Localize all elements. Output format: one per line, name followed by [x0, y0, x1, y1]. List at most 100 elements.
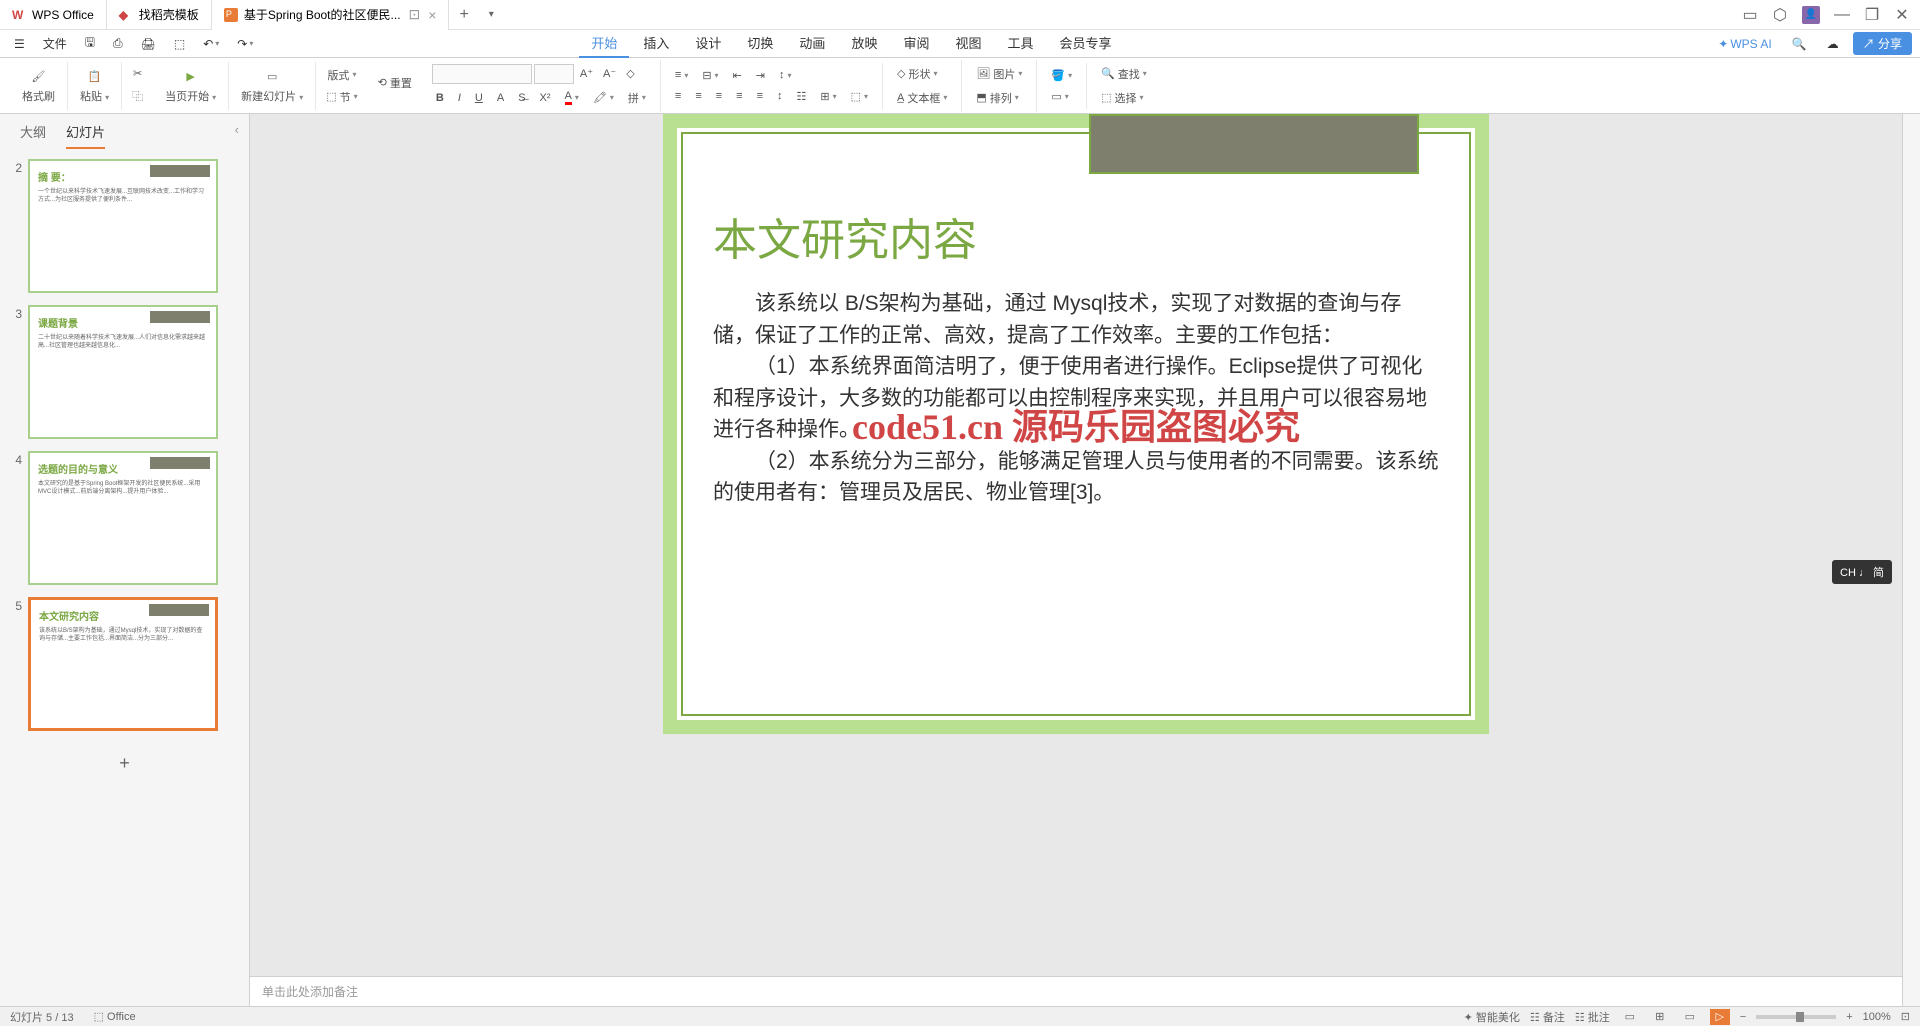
menu-tab-start[interactable]: 开始: [579, 29, 629, 58]
window-icon[interactable]: ▭: [1742, 7, 1758, 23]
slide-thumbnail[interactable]: 选题的目的与意义 本文研究的是基于Spring Boot框架开发的社区便民系统.…: [28, 451, 218, 585]
undo-icon[interactable]: ↶ ▾: [197, 35, 225, 53]
tab-wps-office[interactable]: W WPS Office: [0, 0, 107, 30]
menu-tab-insert[interactable]: 插入: [631, 29, 681, 58]
zoom-out-icon[interactable]: −: [1740, 1011, 1746, 1023]
tab-document[interactable]: P 基于Spring Boot的社区便民... ⊡ ×: [212, 0, 450, 30]
comments-toggle[interactable]: ☷ 批注: [1575, 1009, 1610, 1025]
cut-icon[interactable]: ✂: [129, 65, 146, 82]
layout-button[interactable]: 版式 ▾: [323, 65, 360, 85]
tab-outline[interactable]: 大纲: [20, 122, 46, 149]
view-reading-icon[interactable]: ▭: [1680, 1009, 1700, 1025]
increase-indent-icon[interactable]: ⇥: [752, 67, 769, 84]
new-slide-button[interactable]: ▭ 新建幻灯片 ▾: [237, 66, 307, 106]
arrange-button[interactable]: ⬒ 排列 ▾: [972, 88, 1026, 108]
paste-button[interactable]: 📋 粘贴 ▾: [76, 66, 113, 106]
cube-icon[interactable]: ⬡: [1772, 7, 1788, 23]
notes-area[interactable]: 单击此处添加备注: [250, 976, 1902, 1006]
share-button[interactable]: ↗ 分享: [1853, 32, 1912, 55]
copy-icon[interactable]: ⿻: [128, 86, 147, 106]
file-menu[interactable]: 文件: [37, 33, 73, 54]
save-icon[interactable]: 🖫: [79, 31, 101, 56]
image-button[interactable]: 🖼 图片 ▾: [972, 64, 1026, 84]
cloud-icon[interactable]: ☁: [1821, 35, 1845, 53]
bullet-list-icon[interactable]: ≡ ▾: [671, 67, 692, 84]
ime-indicator[interactable]: CH ♩ 简: [1832, 560, 1892, 584]
zoom-in-icon[interactable]: +: [1846, 1011, 1852, 1023]
align-right-icon[interactable]: ≡: [712, 88, 726, 105]
redo-icon[interactable]: ↷ ▾: [231, 35, 259, 53]
text-direction-icon[interactable]: ↕: [773, 88, 787, 105]
hamburger-icon[interactable]: ☰: [8, 35, 31, 53]
font-select[interactable]: [432, 64, 532, 84]
columns-icon[interactable]: ☷: [793, 88, 811, 105]
decrease-font-icon[interactable]: A⁻: [599, 64, 620, 84]
minimize-icon[interactable]: —: [1834, 7, 1850, 23]
slide-thumbnail[interactable]: 本文研究内容 该系统以B/S架构为基础，通过Mysql技术，实现了对数据的查询与…: [28, 597, 218, 731]
align-vertical-icon[interactable]: ⊞ ▾: [816, 88, 840, 105]
view-normal-icon[interactable]: ▭: [1620, 1009, 1640, 1025]
section-button[interactable]: ⬚ 节 ▾: [322, 87, 361, 107]
tab-add-button[interactable]: +: [449, 6, 478, 24]
collapse-icon[interactable]: ‹: [235, 122, 239, 137]
align-center-icon[interactable]: ≡: [691, 88, 705, 105]
maximize-icon[interactable]: ❐: [1864, 7, 1880, 23]
font-color-icon[interactable]: A ▾: [561, 88, 583, 108]
italic-icon[interactable]: I: [454, 88, 465, 108]
thumbnails-list[interactable]: 2 摘 要： 一个世纪以来科学技术飞速发展...互联网技术改变...工作和学习方…: [0, 149, 249, 1006]
fill-button[interactable]: 🪣 ▾: [1047, 67, 1076, 84]
select-button[interactable]: ⬚ 选择 ▾: [1097, 88, 1151, 108]
increase-font-icon[interactable]: A⁺: [576, 64, 597, 84]
strikethrough-icon[interactable]: S̶: [514, 88, 529, 108]
canvas-scroll[interactable]: 本文研究内容 该系统以 B/S架构为基础，通过 Mysql技术，实现了对数据的查…: [250, 114, 1902, 976]
smartart-icon[interactable]: ⬚ ▾: [847, 88, 872, 105]
textbox-button[interactable]: A̲ 文本框 ▾: [893, 88, 951, 108]
align-justify-icon[interactable]: ≡: [732, 88, 746, 105]
zoom-value[interactable]: 100%: [1863, 1011, 1891, 1023]
shadow-icon[interactable]: A: [493, 88, 508, 108]
outline-button[interactable]: ▭ ▾: [1047, 88, 1076, 105]
tab-menu-button[interactable]: ▾: [479, 9, 504, 20]
menu-tab-design[interactable]: 设计: [683, 29, 733, 58]
view-slideshow-icon[interactable]: ▷: [1710, 1009, 1730, 1025]
search-icon[interactable]: 🔍: [1786, 35, 1813, 53]
menu-tab-review[interactable]: 审阅: [891, 29, 941, 58]
print-preview-icon[interactable]: 🖨: [135, 35, 162, 53]
menu-tab-play[interactable]: 放映: [839, 29, 889, 58]
align-distribute-icon[interactable]: ≡: [753, 88, 767, 105]
format-painter-button[interactable]: 🖌 格式刷: [18, 66, 59, 106]
notes-toggle[interactable]: ☷ 备注: [1530, 1009, 1565, 1025]
superscript-icon[interactable]: X²: [536, 88, 555, 108]
align-left-icon[interactable]: ≡: [671, 88, 685, 105]
tab-daoke[interactable]: ◆ 找稻壳模板: [107, 0, 212, 30]
tab-close-icon[interactable]: ×: [428, 7, 436, 23]
line-spacing-icon[interactable]: ↕ ▾: [775, 67, 796, 84]
print-icon[interactable]: ⎙: [107, 34, 129, 53]
menu-tab-transition[interactable]: 切换: [735, 29, 785, 58]
decrease-indent-icon[interactable]: ⇤: [729, 67, 746, 84]
tab-close-icon[interactable]: ⊡: [409, 6, 421, 23]
underline-icon[interactable]: U: [471, 88, 487, 108]
export-icon[interactable]: ⬚: [168, 35, 191, 53]
numbered-list-icon[interactable]: ⊟ ▾: [698, 67, 722, 84]
clear-format-icon[interactable]: ◇: [622, 64, 638, 84]
menu-tab-animation[interactable]: 动画: [787, 29, 837, 58]
slide-title[interactable]: 本文研究内容: [713, 204, 1439, 268]
find-button[interactable]: 🔍 查找 ▾: [1097, 64, 1151, 84]
font-size-select[interactable]: [534, 64, 574, 84]
add-slide-button[interactable]: +: [8, 743, 241, 784]
start-page-button[interactable]: ▶ 当页开始 ▾: [161, 66, 220, 106]
highlight-icon[interactable]: 🖍 ▾: [589, 88, 618, 108]
wps-ai-button[interactable]: ✦ WPS AI: [1712, 35, 1777, 53]
avatar-icon[interactable]: 👤: [1802, 6, 1820, 24]
menu-tab-tools[interactable]: 工具: [995, 29, 1045, 58]
menu-tab-member[interactable]: 会员专享: [1048, 29, 1124, 58]
view-sorter-icon[interactable]: ⊞: [1650, 1009, 1670, 1025]
pinyin-icon[interactable]: 拼 ▾: [624, 88, 650, 108]
tab-slides[interactable]: 幻灯片: [66, 122, 105, 149]
slide[interactable]: 本文研究内容 该系统以 B/S架构为基础，通过 Mysql技术，实现了对数据的查…: [663, 114, 1489, 734]
fit-window-icon[interactable]: ⊡: [1901, 1010, 1910, 1023]
close-icon[interactable]: ✕: [1894, 7, 1910, 23]
shape-button[interactable]: ◇ 形状 ▾: [893, 64, 951, 84]
bold-icon[interactable]: B: [432, 88, 448, 108]
